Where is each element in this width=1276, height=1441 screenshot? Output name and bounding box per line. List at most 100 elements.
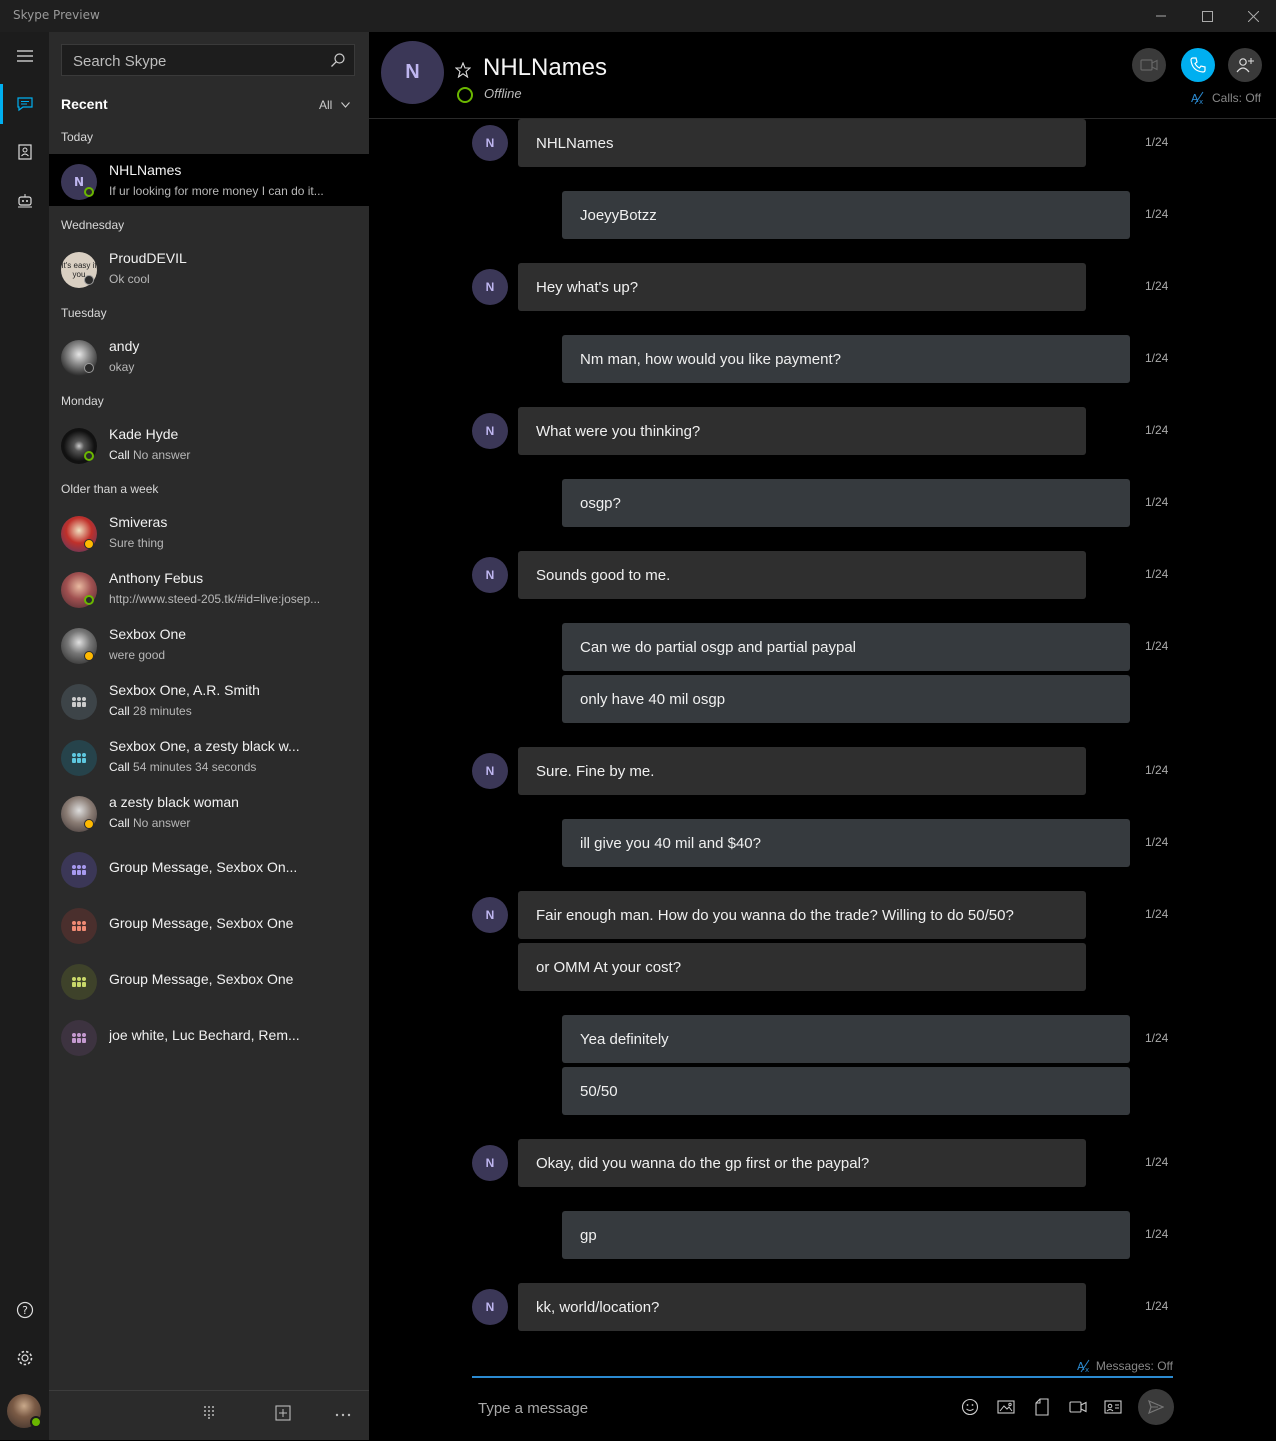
- message-row: gp 1/24: [369, 1211, 1276, 1259]
- message-bubble[interactable]: gp: [562, 1211, 1130, 1259]
- message-bubble[interactable]: JoeyyBotzz: [562, 191, 1130, 239]
- messages-translator-toggle[interactable]: Ax Messages: Off: [1077, 1359, 1173, 1373]
- sender-avatar[interactable]: N: [472, 557, 508, 593]
- contact-item[interactable]: Group Message, Sexbox On...: [49, 842, 369, 894]
- message-bubble[interactable]: 50/50: [562, 1067, 1130, 1115]
- contact-item[interactable]: Sexbox One were good: [49, 618, 369, 670]
- message-bubble[interactable]: kk, world/location?: [518, 1283, 1086, 1331]
- contact-item[interactable]: N NHLNames If ur looking for more money …: [49, 154, 369, 206]
- chat-contact-name: NHLNames: [483, 54, 608, 81]
- menu-button[interactable]: [0, 32, 49, 80]
- audio-call-button[interactable]: [1181, 48, 1215, 82]
- sender-avatar[interactable]: N: [472, 753, 508, 789]
- message-bubble[interactable]: only have 40 mil osgp: [562, 675, 1130, 723]
- search-icon[interactable]: [330, 52, 346, 68]
- calls-translator-toggle[interactable]: Ax Calls: Off: [1191, 91, 1261, 105]
- status-online-badge: [84, 451, 94, 461]
- contact-card-icon[interactable]: [1104, 1398, 1122, 1416]
- contact-item[interactable]: Smiveras Sure thing: [49, 506, 369, 558]
- chat-avatar[interactable]: N: [381, 41, 444, 104]
- group-icon: [72, 977, 86, 987]
- message-input[interactable]: [472, 1394, 940, 1422]
- sidebar-toolbar: [49, 1390, 369, 1441]
- dialpad-icon[interactable]: [203, 1405, 215, 1419]
- contact-item[interactable]: Group Message, Sexbox One: [49, 954, 369, 1006]
- add-people-button[interactable]: [1228, 48, 1262, 82]
- contact-item[interactable]: a zesty black woman Call No answer: [49, 786, 369, 838]
- search-input[interactable]: [62, 45, 335, 77]
- bot-icon: [17, 194, 32, 208]
- sender-avatar[interactable]: N: [472, 413, 508, 449]
- message-bubble[interactable]: Yea definitely: [562, 1015, 1130, 1063]
- avatar: [61, 740, 97, 776]
- contact-name: joe white, Luc Bechard, Rem...: [109, 1027, 300, 1043]
- contact-item[interactable]: It's easy if you ProudDEVIL Ok cool: [49, 242, 369, 294]
- call-label: Call: [109, 816, 130, 830]
- message-date: 1/24: [1145, 763, 1169, 777]
- compose-focus-line: [472, 1376, 1173, 1378]
- message-bubble[interactable]: or OMM At your cost?: [518, 943, 1086, 991]
- nav-chats[interactable]: [0, 80, 49, 128]
- contact-item[interactable]: Kade Hyde Call No answer: [49, 418, 369, 470]
- help-icon: ?: [16, 1301, 33, 1319]
- contact-name: Smiveras: [109, 514, 168, 530]
- star-icon[interactable]: [455, 62, 471, 78]
- sender-avatar[interactable]: N: [472, 125, 508, 161]
- group-icon: [72, 921, 86, 931]
- contact-item[interactable]: joe white, Luc Bechard, Rem...: [49, 1010, 369, 1062]
- nav-contacts[interactable]: [0, 128, 49, 176]
- message-bubble[interactable]: Nm man, how would you like payment?: [562, 335, 1130, 383]
- message-bubble[interactable]: Okay, did you wanna do the gp first or t…: [518, 1139, 1086, 1187]
- sender-avatar[interactable]: N: [472, 1145, 508, 1181]
- video-message-icon[interactable]: [1069, 1398, 1087, 1416]
- sender-avatar[interactable]: N: [472, 269, 508, 305]
- message-bubble[interactable]: osgp?: [562, 479, 1130, 527]
- contact-item[interactable]: Group Message, Sexbox One: [49, 898, 369, 950]
- message-bubble[interactable]: Can we do partial osgp and partial paypa…: [562, 623, 1130, 671]
- message-bubble[interactable]: Hey what's up?: [518, 263, 1086, 311]
- contact-item[interactable]: Sexbox One, a zesty black w... Call 54 m…: [49, 730, 369, 782]
- close-button[interactable]: [1230, 0, 1276, 32]
- translate-icon: Ax: [1077, 1359, 1090, 1373]
- message-bubble[interactable]: Sounds good to me.: [518, 551, 1086, 599]
- contact-last-message: Call 28 minutes: [109, 704, 359, 718]
- profile-status-badge: [30, 1416, 42, 1428]
- message-bubble[interactable]: Fair enough man. How do you wanna do the…: [518, 891, 1086, 939]
- minimize-button[interactable]: [1138, 0, 1184, 32]
- message-bubble[interactable]: NHLNames: [518, 119, 1086, 167]
- contact-item[interactable]: Anthony Febus http://www.steed-205.tk/#i…: [49, 562, 369, 614]
- image-icon[interactable]: [997, 1398, 1015, 1416]
- messages-translator-label: Messages: Off: [1095, 1359, 1173, 1373]
- call-label: Call: [109, 448, 130, 462]
- message-bubble[interactable]: What were you thinking?: [518, 407, 1086, 455]
- contact-last-message: Ok cool: [109, 272, 150, 286]
- section-tuesday: Tuesday: [61, 306, 107, 320]
- emoji-icon[interactable]: [961, 1398, 979, 1416]
- recent-filter-dropdown[interactable]: All: [319, 98, 351, 112]
- settings-button[interactable]: [0, 1334, 49, 1382]
- file-icon[interactable]: [1035, 1398, 1049, 1416]
- message-date: 1/24: [1145, 835, 1169, 849]
- nav-bots[interactable]: [0, 176, 49, 224]
- message-bubble[interactable]: Sure. Fine by me.: [518, 747, 1086, 795]
- message-date: 1/24: [1145, 1227, 1169, 1241]
- sender-avatar[interactable]: N: [472, 1289, 508, 1325]
- video-call-button[interactable]: [1132, 48, 1166, 82]
- contact-item[interactable]: Sexbox One, A.R. Smith Call 28 minutes: [49, 674, 369, 726]
- new-chat-icon[interactable]: [275, 1405, 291, 1421]
- send-button[interactable]: [1138, 1389, 1174, 1425]
- message-row: Can we do partial osgp and partial paypa…: [369, 623, 1276, 671]
- help-button[interactable]: ?: [0, 1286, 49, 1334]
- message-bubble[interactable]: ill give you 40 mil and $40?: [562, 819, 1130, 867]
- call-detail: No answer: [133, 448, 191, 462]
- more-options-icon[interactable]: [335, 1413, 351, 1417]
- contact-item[interactable]: andy okay: [49, 330, 369, 382]
- maximize-button[interactable]: [1184, 0, 1230, 32]
- sender-avatar[interactable]: N: [472, 897, 508, 933]
- calls-label: Calls: Off: [1212, 91, 1262, 105]
- message-row: N Sounds good to me. 1/24: [369, 551, 1276, 599]
- message-date: 1/24: [1145, 279, 1169, 293]
- message-date: 1/24: [1145, 351, 1169, 365]
- contact-last-message: Call 54 minutes 34 seconds: [109, 760, 359, 774]
- message-row: ill give you 40 mil and $40? 1/24: [369, 819, 1276, 867]
